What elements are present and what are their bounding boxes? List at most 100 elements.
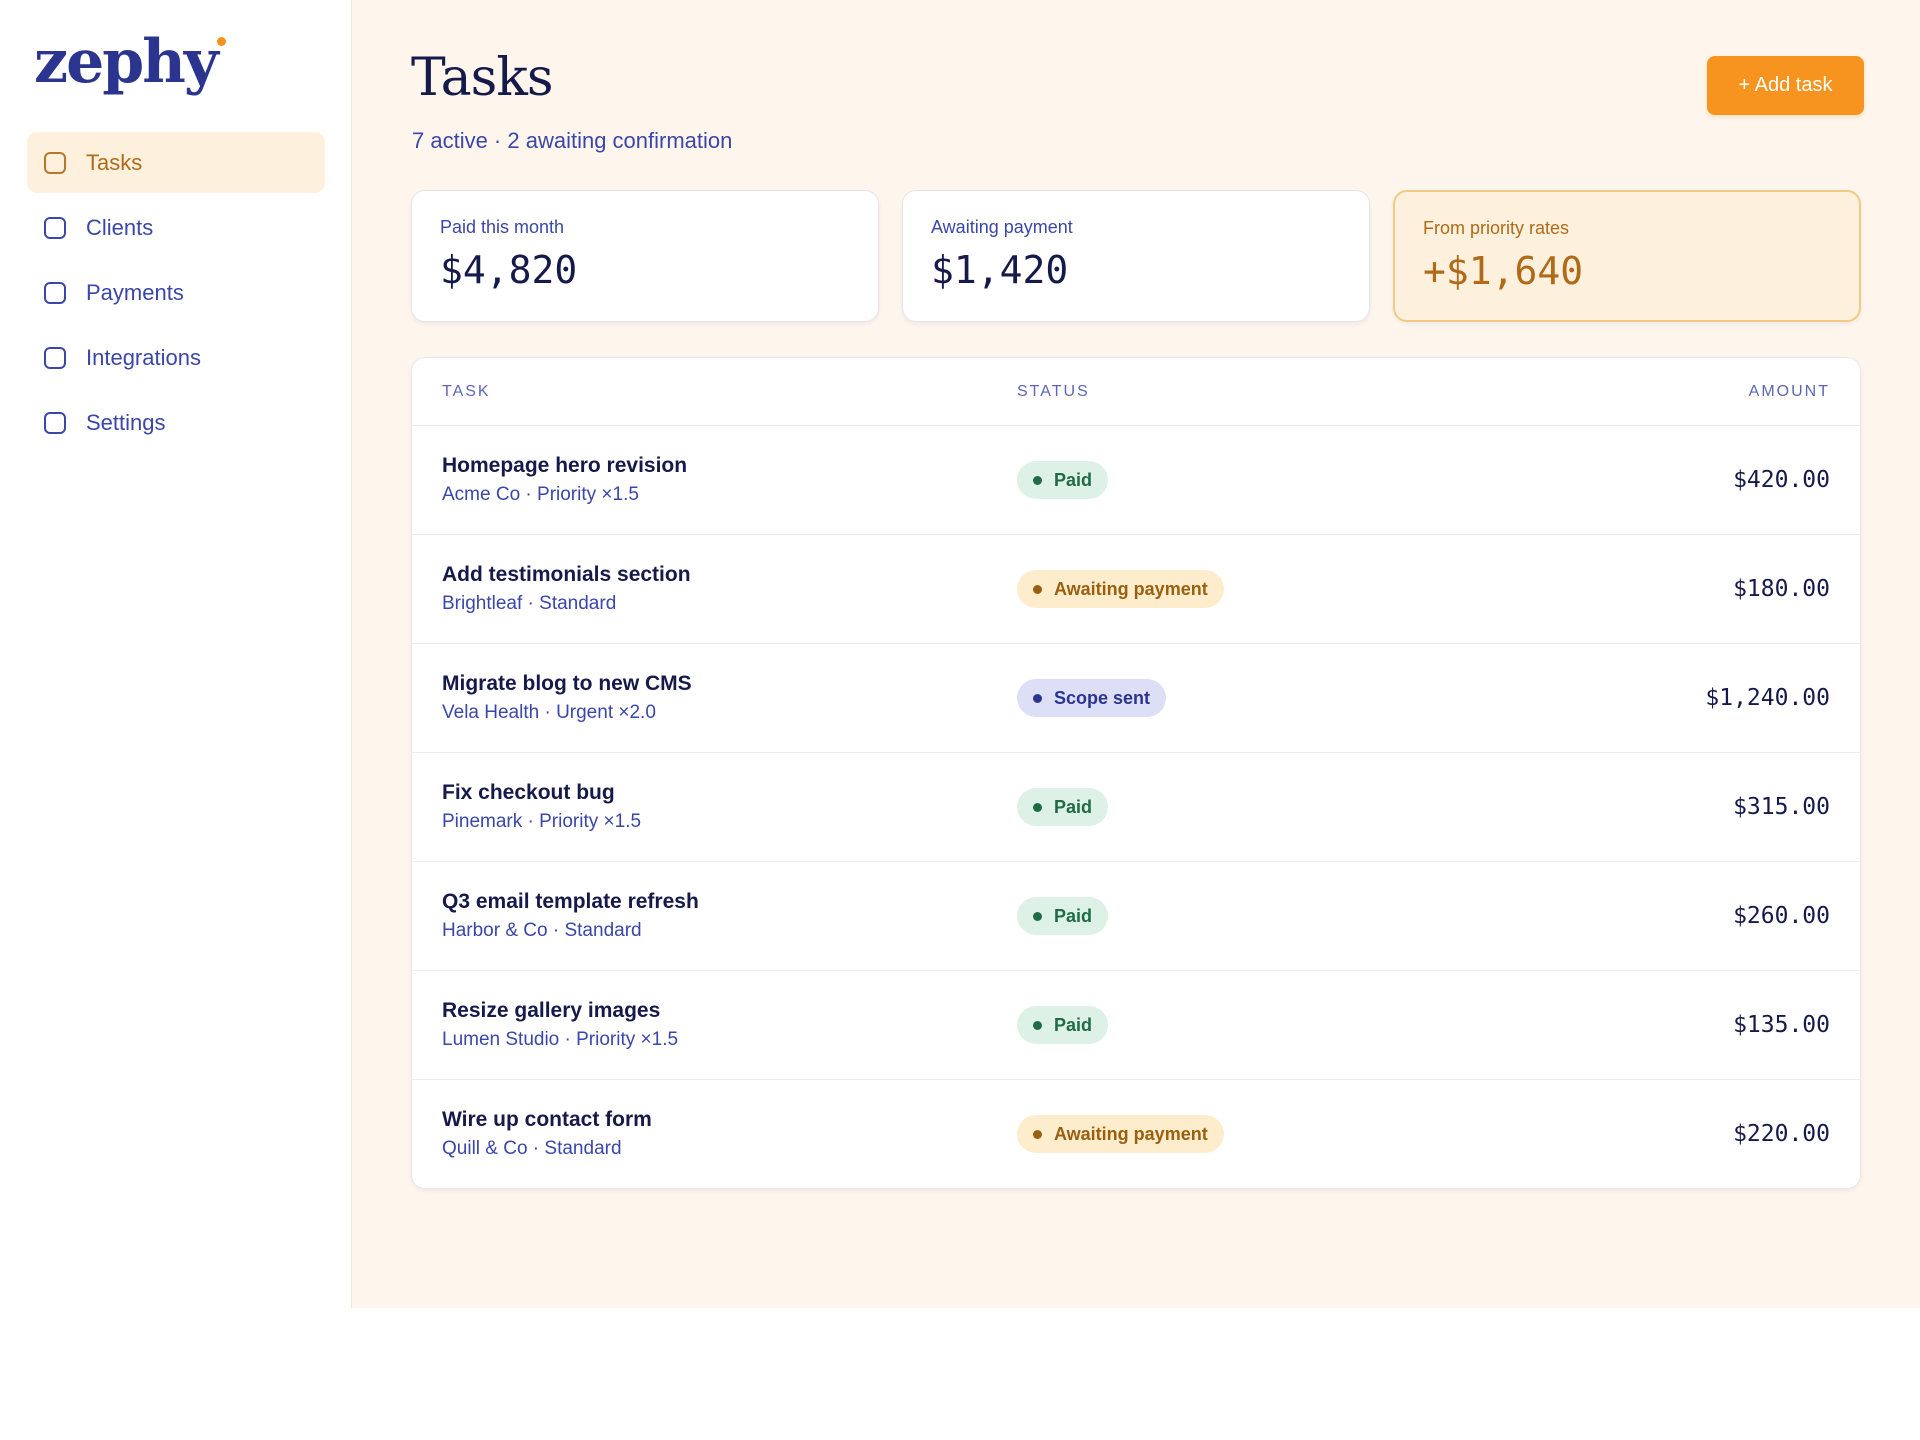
- task-meta: Pinemark · Priority ×1.5: [442, 811, 642, 832]
- checkbox-icon: [44, 411, 66, 434]
- status-badge: Awaiting payment: [1017, 570, 1224, 608]
- status-cell: Awaiting payment: [1017, 570, 1587, 608]
- task-cell: Homepage hero revision Acme Co · Priorit…: [412, 454, 1017, 506]
- task-amount: $135.00: [1733, 1012, 1830, 1038]
- table-row[interactable]: Wire up contact form Quill & Co · Standa…: [412, 1080, 1860, 1188]
- sidebar-item-label: Tasks: [86, 149, 143, 175]
- status-label: Paid: [1054, 905, 1093, 926]
- task-cell: Q3 email template refresh Harbor & Co · …: [412, 890, 1017, 942]
- page-subtitle: 7 active · 2 awaiting confirmation: [412, 128, 733, 153]
- amount-cell: $180.00: [1587, 576, 1860, 602]
- stat-value: +$1,640: [1423, 249, 1584, 293]
- app-shell: zephy Tasks Clients Payments Integration…: [0, 0, 1920, 1308]
- status-dot-icon: [1033, 802, 1042, 812]
- main-content: Tasks 7 active · 2 awaiting confirmation…: [352, 0, 1920, 1308]
- task-amount: $220.00: [1733, 1121, 1830, 1147]
- status-label: Awaiting payment: [1054, 1123, 1208, 1144]
- status-badge: Awaiting payment: [1017, 1115, 1224, 1153]
- status-label: Paid: [1054, 469, 1093, 490]
- status-cell: Paid: [1017, 788, 1587, 826]
- sidebar-item-clients[interactable]: Clients: [27, 197, 325, 258]
- task-meta: Vela Health · Urgent ×2.0: [442, 702, 656, 723]
- add-task-button[interactable]: + Add task: [1707, 56, 1864, 115]
- checkbox-icon: [44, 151, 66, 174]
- brand-logo[interactable]: zephy: [34, 22, 226, 102]
- task-name: Fix checkout bug: [442, 781, 615, 804]
- stat-card-paid: Paid this month $4,820: [411, 190, 879, 322]
- stat-card-priority: From priority rates +$1,640: [1393, 190, 1861, 322]
- task-name: Q3 email template refresh: [442, 890, 699, 913]
- task-amount: $180.00: [1733, 576, 1830, 602]
- status-dot-icon: [1033, 475, 1042, 485]
- status-label: Paid: [1054, 1014, 1093, 1035]
- amount-cell: $135.00: [1587, 1012, 1860, 1038]
- task-name: Homepage hero revision: [442, 454, 688, 477]
- status-badge: Paid: [1017, 788, 1109, 826]
- task-meta: Harbor & Co · Standard: [442, 920, 642, 941]
- status-badge: Paid: [1017, 897, 1109, 935]
- status-dot-icon: [1033, 1020, 1042, 1030]
- table-row[interactable]: Homepage hero revision Acme Co · Priorit…: [412, 426, 1860, 535]
- column-header-amount: AMOUNT: [1748, 382, 1830, 400]
- task-name: Add testimonials section: [442, 563, 691, 586]
- column-header-status: STATUS: [1017, 382, 1090, 400]
- sidebar-item-integrations[interactable]: Integrations: [27, 327, 325, 388]
- table-row[interactable]: Migrate blog to new CMS Vela Health · Ur…: [412, 644, 1860, 753]
- task-amount: $260.00: [1733, 903, 1830, 929]
- status-cell: Paid: [1017, 461, 1587, 499]
- stat-card-awaiting: Awaiting payment $1,420: [902, 190, 1370, 322]
- status-badge: Paid: [1017, 1006, 1109, 1044]
- status-label: Awaiting payment: [1054, 578, 1208, 599]
- stat-label: Awaiting payment: [931, 217, 1073, 237]
- table-row[interactable]: Resize gallery images Lumen Studio · Pri…: [412, 971, 1860, 1080]
- task-amount: $315.00: [1733, 794, 1830, 820]
- status-dot-icon: [1033, 1129, 1042, 1139]
- status-cell: Paid: [1017, 1006, 1587, 1044]
- status-cell: Paid: [1017, 897, 1587, 935]
- sidebar-nav: Tasks Clients Payments Integrations Sett…: [27, 132, 325, 457]
- task-cell: Migrate blog to new CMS Vela Health · Ur…: [412, 672, 1017, 724]
- table-header: TASK STATUS AMOUNT: [412, 358, 1860, 426]
- status-dot-icon: [1033, 693, 1042, 703]
- task-name: Migrate blog to new CMS: [442, 672, 692, 695]
- task-cell: Resize gallery images Lumen Studio · Pri…: [412, 999, 1017, 1051]
- task-name: Wire up contact form: [442, 1108, 652, 1131]
- task-cell: Add testimonials section Brightleaf · St…: [412, 563, 1017, 615]
- status-dot-icon: [1033, 911, 1042, 921]
- brand-logo-dot: [216, 37, 226, 46]
- amount-cell: $420.00: [1587, 467, 1860, 493]
- amount-cell: $220.00: [1587, 1121, 1860, 1147]
- amount-cell: $260.00: [1587, 903, 1860, 929]
- stat-value: $4,820: [440, 248, 578, 292]
- status-cell: Awaiting payment: [1017, 1115, 1587, 1153]
- checkbox-icon: [44, 216, 66, 239]
- sidebar-item-payments[interactable]: Payments: [27, 262, 325, 323]
- status-dot-icon: [1033, 584, 1042, 594]
- page-title: Tasks: [411, 48, 554, 108]
- sidebar-item-label: Settings: [86, 409, 166, 435]
- sidebar-item-label: Integrations: [86, 344, 201, 370]
- table-row[interactable]: Q3 email template refresh Harbor & Co · …: [412, 862, 1860, 971]
- task-amount: $420.00: [1733, 467, 1830, 493]
- status-badge: Scope sent: [1017, 679, 1167, 717]
- table-row[interactable]: Add testimonials section Brightleaf · St…: [412, 535, 1860, 644]
- sidebar-item-tasks[interactable]: Tasks: [27, 132, 325, 193]
- task-cell: Fix checkout bug Pinemark · Priority ×1.…: [412, 781, 1017, 833]
- sidebar-item-settings[interactable]: Settings: [27, 392, 325, 453]
- table-row[interactable]: Fix checkout bug Pinemark · Priority ×1.…: [412, 753, 1860, 862]
- task-amount: $1,240.00: [1705, 685, 1830, 711]
- sidebar-item-label: Payments: [86, 279, 184, 305]
- checkbox-icon: [44, 281, 66, 304]
- stat-label: Paid this month: [440, 217, 565, 237]
- stat-label: From priority rates: [1423, 218, 1570, 238]
- status-label: Scope sent: [1054, 687, 1151, 708]
- amount-cell: $1,240.00: [1587, 685, 1860, 711]
- stats-cards: Paid this month $4,820 Awaiting payment …: [411, 190, 1861, 322]
- task-meta: Brightleaf · Standard: [442, 593, 617, 614]
- status-cell: Scope sent: [1017, 679, 1587, 717]
- task-name: Resize gallery images: [442, 999, 661, 1022]
- amount-cell: $315.00: [1587, 794, 1860, 820]
- task-meta: Lumen Studio · Priority ×1.5: [442, 1029, 679, 1050]
- task-meta: Acme Co · Priority ×1.5: [442, 484, 639, 505]
- checkbox-icon: [44, 346, 66, 369]
